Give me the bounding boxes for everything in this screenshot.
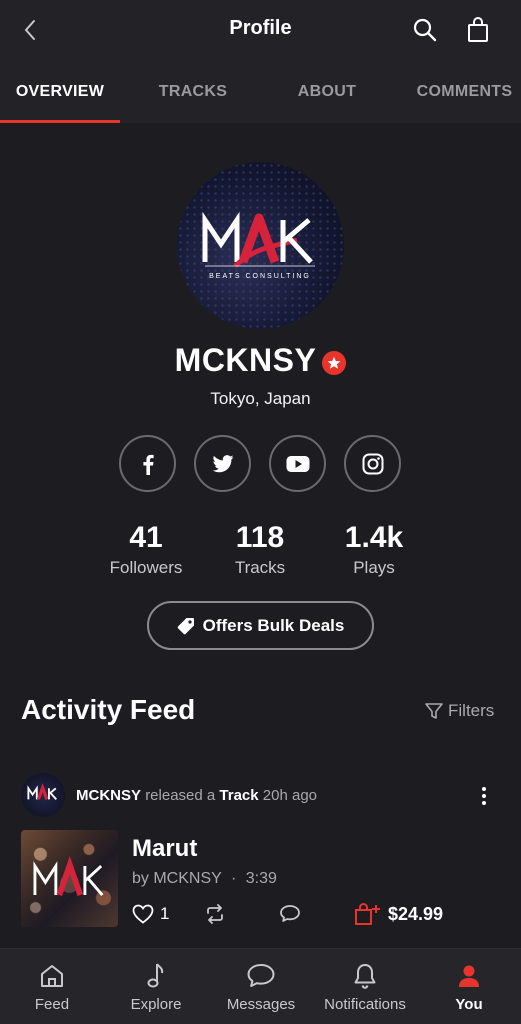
twitter-button[interactable] [194, 435, 251, 492]
shopping-bag-icon [468, 17, 488, 42]
tag-icon [177, 617, 194, 634]
page-title: Profile [229, 17, 292, 39]
plays-label: Plays [353, 558, 395, 577]
like-button[interactable]: 1 [132, 900, 169, 928]
repost-button[interactable] [204, 900, 226, 928]
nav-you[interactable]: You [430, 949, 508, 1024]
tab-tracks[interactable]: TRACKS [140, 60, 246, 123]
tracks-stat[interactable]: 118 Tracks [205, 520, 315, 578]
bell-icon [354, 964, 376, 989]
facebook-icon [142, 454, 154, 475]
plays-count: 1.4k [344, 521, 404, 554]
nav-messages[interactable]: Messages [218, 949, 304, 1024]
instagram-icon [362, 453, 383, 474]
tracks-label: Tracks [234, 558, 286, 577]
tracks-count: 118 [235, 521, 285, 554]
cart-button[interactable] [462, 14, 494, 46]
star-icon [328, 356, 341, 369]
activity-action: released a [145, 787, 216, 804]
add-to-cart-icon [355, 903, 380, 925]
brand-logo: BEATS CONSULTING [202, 211, 315, 280]
like-count: 1 [160, 904, 170, 923]
followers-count: 41 [129, 521, 163, 554]
track-duration: 3:39 [245, 870, 277, 887]
profile-name-row: MCKNSY [0, 342, 521, 379]
track-artist[interactable]: by MCKNSY [132, 870, 222, 887]
mini-brand-logo [27, 783, 57, 800]
meta-separator: · [230, 870, 237, 887]
activity-feed-title: Activity Feed [21, 694, 196, 725]
top-app-bar: Profile [0, 0, 521, 60]
search-icon [413, 18, 437, 42]
track-cover[interactable] [21, 830, 118, 927]
track-actions: 1 $24.99 [132, 900, 512, 928]
profile-name: MCKNSY [174, 342, 317, 378]
logo-subtext: BEATS CONSULTING [209, 273, 311, 280]
profile-location: Tokyo, Japan [210, 389, 311, 408]
nav-messages-label: Messages [226, 996, 296, 1013]
tab-overview[interactable]: OVERVIEW [0, 60, 120, 123]
track-title[interactable]: Marut [132, 835, 197, 863]
heart-icon [132, 904, 154, 924]
nav-you-label: You [455, 996, 483, 1013]
track-price: $24.99 [388, 903, 444, 924]
filters-label: Filters [448, 701, 495, 720]
cover-logo [33, 855, 104, 897]
tab-about[interactable]: ABOUT [278, 60, 376, 123]
profile-avatar: BEATS CONSULTING [177, 162, 344, 329]
activity-user[interactable]: MCKNSY [76, 787, 141, 804]
followers-label: Followers [109, 558, 183, 577]
active-tab-indicator [0, 120, 120, 123]
nav-notifications-label: Notifications [324, 996, 406, 1013]
social-links [0, 435, 521, 492]
activity-text: MCKNSY released a Track 20h ago [76, 787, 317, 804]
search-button[interactable] [410, 14, 440, 46]
nav-explore-label: Explore [130, 996, 182, 1013]
chat-bubble-icon [247, 964, 275, 987]
nav-explore[interactable]: Explore [114, 949, 198, 1024]
filter-icon [425, 703, 443, 719]
nav-notifications[interactable]: Notifications [316, 949, 414, 1024]
activity-avatar[interactable] [21, 773, 65, 817]
instagram-button[interactable] [344, 435, 401, 492]
comment-icon [280, 905, 300, 922]
activity-more-button[interactable] [472, 782, 496, 810]
nav-feed-label: Feed [34, 996, 70, 1013]
twitter-icon [212, 454, 233, 472]
more-vertical-icon [482, 787, 486, 805]
home-icon [41, 965, 63, 987]
bulk-deals-label: Offers Bulk Deals [202, 615, 345, 635]
plays-stat: 1.4k Plays [319, 520, 429, 578]
filters-button[interactable]: Filters [424, 701, 494, 721]
facebook-button[interactable] [119, 435, 176, 492]
track-meta: by MCKNSY · 3:39 [132, 870, 277, 888]
repost-icon [207, 904, 223, 924]
activity-time: 20h ago [262, 787, 318, 804]
verified-badge [322, 350, 347, 375]
user-icon [459, 965, 479, 987]
tab-comments[interactable]: COMMENTS [408, 60, 521, 123]
youtube-button[interactable] [269, 435, 326, 492]
profile-tabs: OVERVIEW TRACKS ABOUT COMMENTS [0, 60, 521, 123]
music-note-icon [147, 963, 164, 988]
bottom-navigation: Feed Explore Messages Notifications You [0, 948, 521, 1024]
followers-stat[interactable]: 41 Followers [91, 520, 201, 578]
bulk-deals-button[interactable]: Offers Bulk Deals [147, 601, 374, 650]
youtube-icon [286, 455, 309, 472]
comment-button[interactable] [279, 900, 301, 928]
buy-button[interactable]: $24.99 [354, 900, 443, 928]
nav-feed[interactable]: Feed [8, 949, 96, 1024]
activity-object: Track [219, 787, 259, 804]
